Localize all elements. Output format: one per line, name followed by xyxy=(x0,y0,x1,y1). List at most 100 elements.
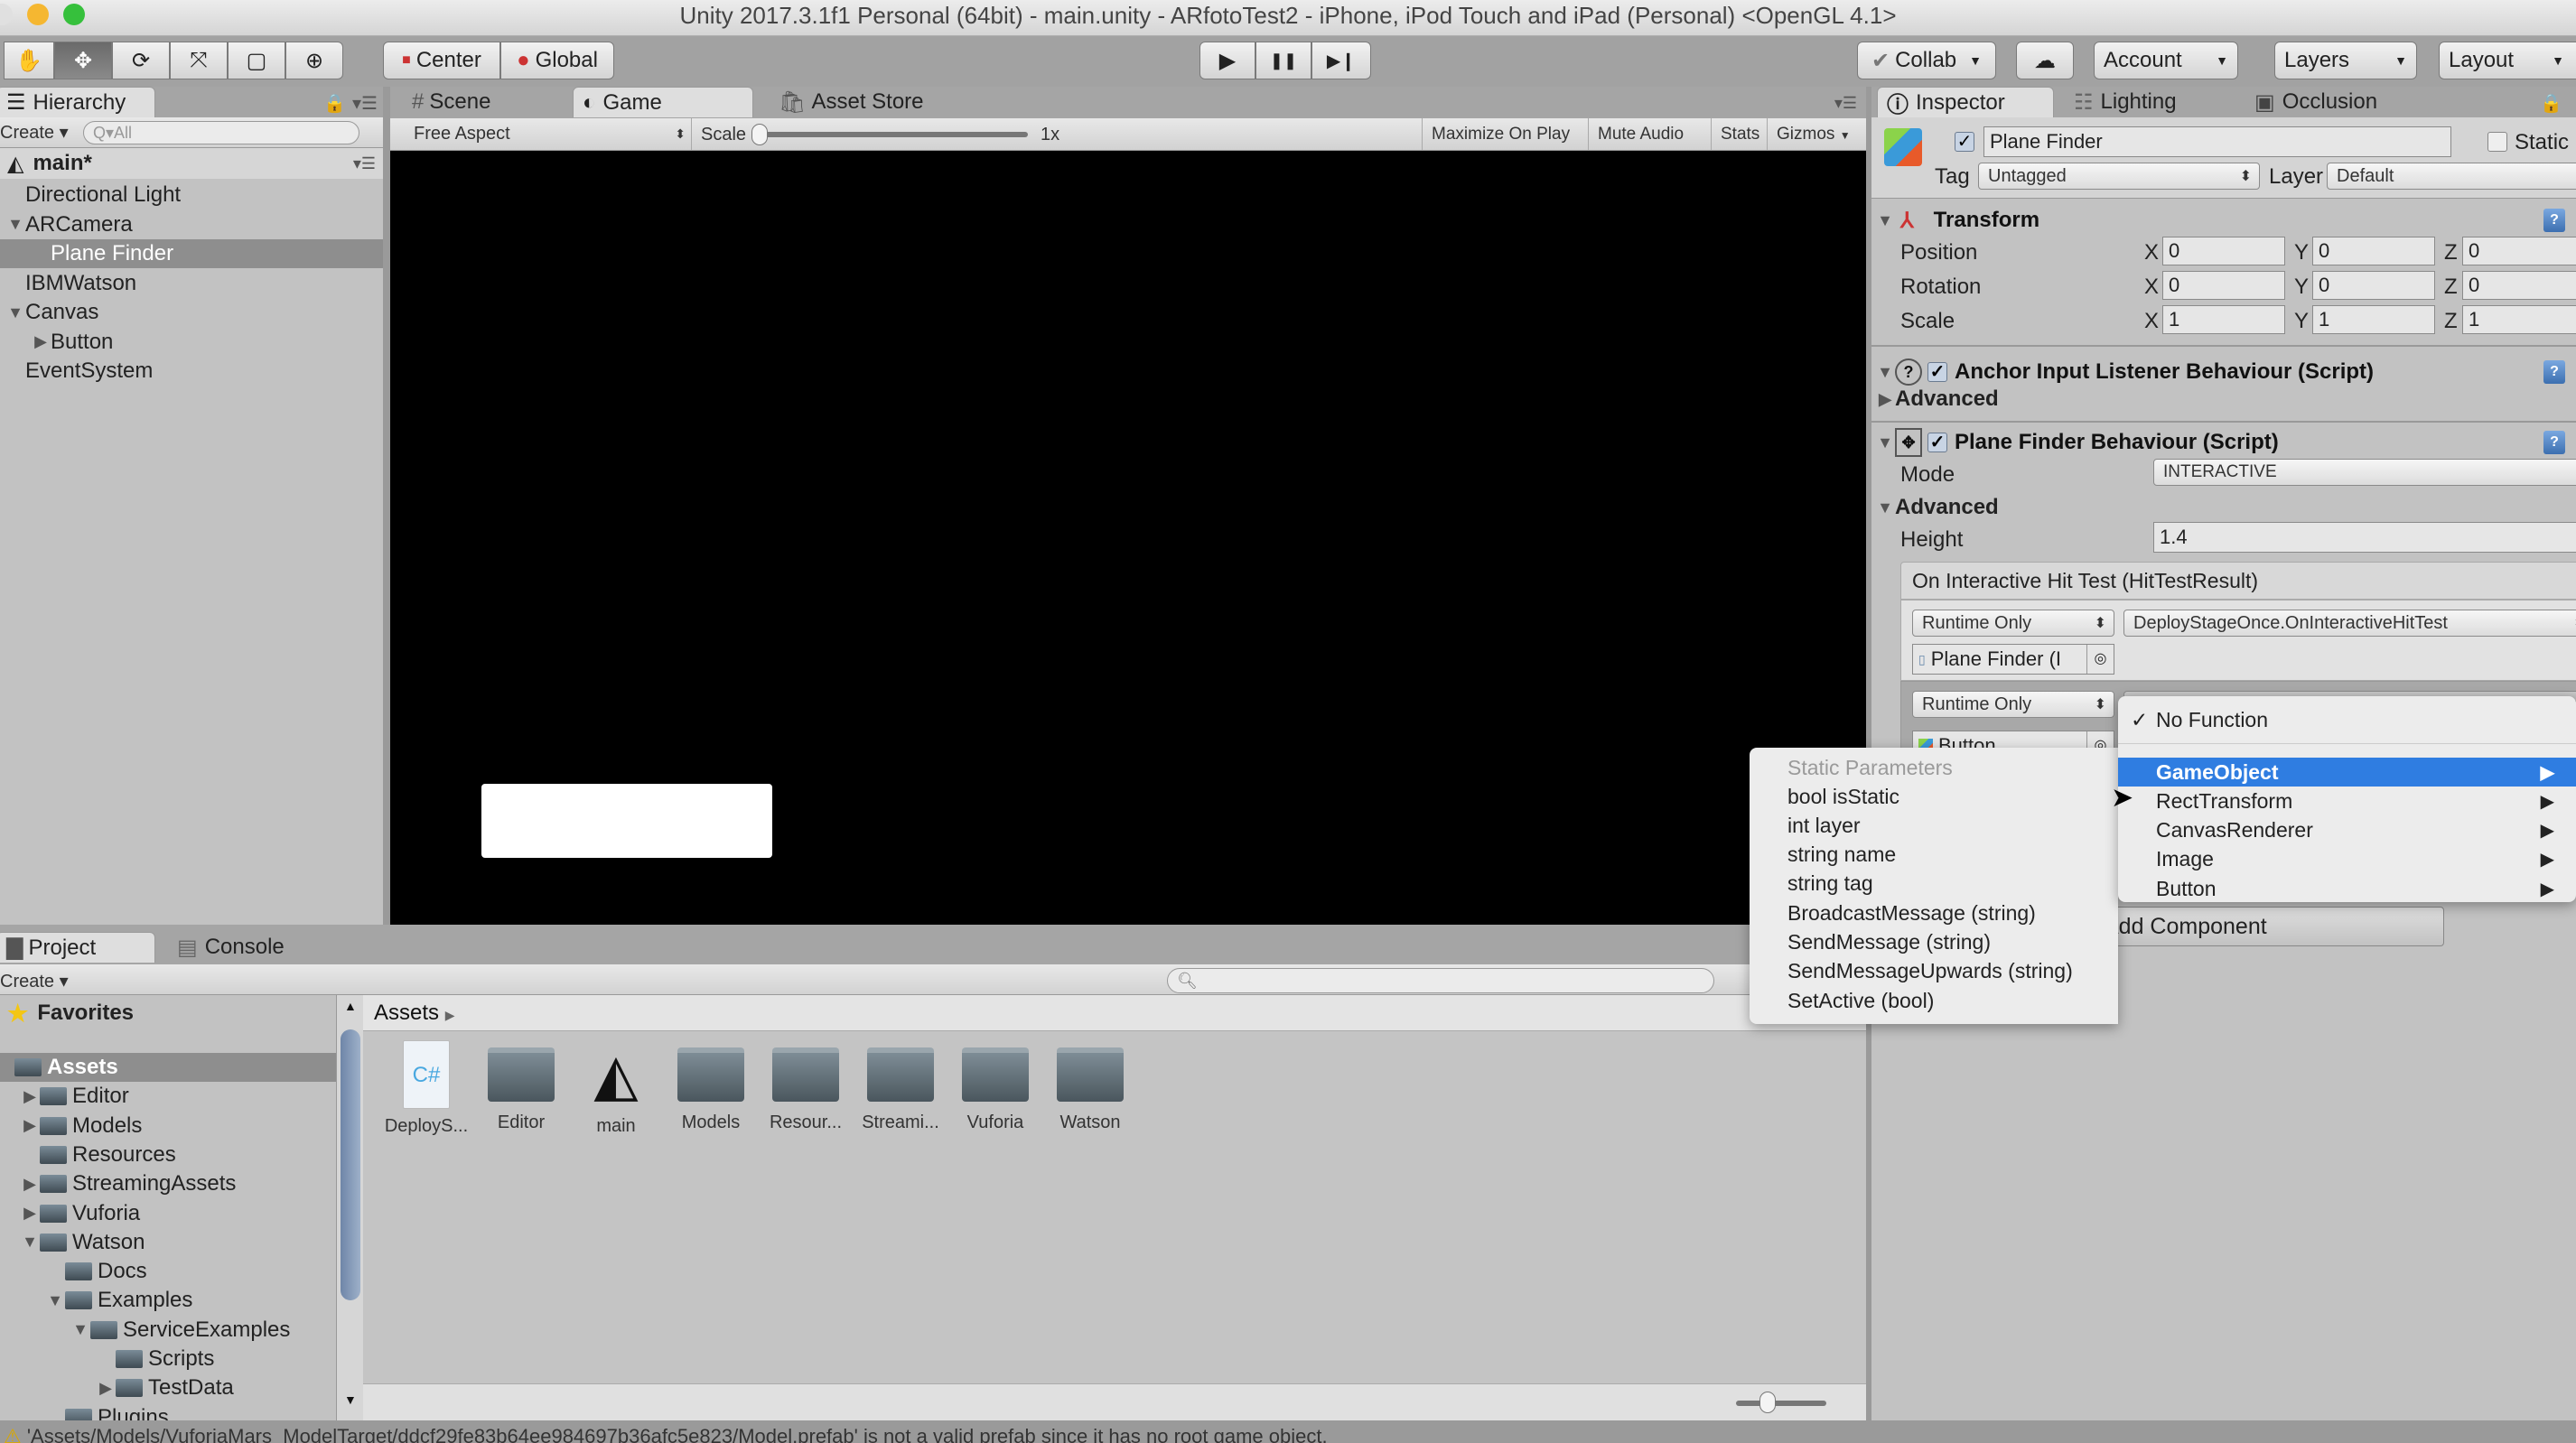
collapsed-arrow-icon[interactable]: ▶ xyxy=(96,1379,116,1398)
transform-tool-button[interactable]: ⊕ xyxy=(285,42,343,79)
axis-label[interactable]: X xyxy=(2144,240,2159,265)
transform-position-z-input[interactable]: 0 xyxy=(2462,237,2576,265)
collapsed-arrow-icon[interactable]: ▶ xyxy=(20,1204,40,1223)
mute-audio-toggle[interactable]: Mute Audio xyxy=(1588,118,1693,150)
panel-divider[interactable] xyxy=(383,87,390,925)
project-tree-item[interactable]: ▶ Models xyxy=(0,1112,336,1140)
function-menu-item[interactable]: GameObject ▶ xyxy=(2118,758,2576,787)
tab-scene[interactable]: # Scene xyxy=(403,87,565,117)
axis-label[interactable]: Y xyxy=(2294,275,2309,300)
menu-item-no-function[interactable]: ✓ No Function xyxy=(2118,705,2576,734)
project-tree-item[interactable]: ▼ Examples xyxy=(0,1286,336,1315)
asset-item[interactable]: ◭ main xyxy=(571,1042,661,1137)
height-input[interactable]: 1.4 xyxy=(2153,522,2576,553)
plane-finder-advanced-foldout[interactable]: ▼ Advanced xyxy=(1871,493,1999,522)
hierarchy-item[interactable]: Plane Finder xyxy=(0,239,383,268)
cloud-button[interactable]: ☁ xyxy=(2016,42,2074,79)
project-tree-item[interactable]: Docs xyxy=(0,1257,336,1286)
function-menu-item[interactable]: Image ▶ xyxy=(2118,845,2576,874)
hierarchy-item[interactable]: Directional Light xyxy=(0,181,383,209)
rotate-tool-button[interactable]: ⟳ xyxy=(112,42,170,79)
layer-dropdown[interactable]: Default xyxy=(2327,163,2576,190)
collapsed-arrow-icon[interactable]: ▶ xyxy=(20,1116,40,1135)
tab-asset-store[interactable]: 🛍 Asset Store xyxy=(770,87,968,117)
game-ui-button[interactable] xyxy=(481,784,772,858)
expand-arrow-icon[interactable]: ▼ xyxy=(20,1233,40,1252)
project-tree-item[interactable]: Resources xyxy=(0,1140,336,1169)
static-param-menu-item[interactable]: int layer xyxy=(1750,811,2118,840)
tab-game[interactable]: ◐ Game xyxy=(573,87,753,117)
pivot-center-button[interactable]: ■ Center xyxy=(383,42,500,79)
axis-label[interactable]: Y xyxy=(2294,309,2309,334)
asset-item[interactable]: Watson xyxy=(1045,1047,1135,1133)
transform-rotation-x-input[interactable]: 0 xyxy=(2162,271,2285,300)
gizmos-dropdown[interactable]: Gizmos ▼ xyxy=(1767,118,1866,150)
create-dropdown[interactable]: Create ▾ xyxy=(0,970,69,992)
help-book-icon[interactable]: ? xyxy=(2543,360,2565,384)
tag-dropdown[interactable]: Untagged ⬍ xyxy=(1978,163,2260,190)
move-tool-button[interactable]: ✥ xyxy=(54,42,112,79)
add-component-button[interactable]: Add Component xyxy=(2081,907,2444,946)
expand-arrow-icon[interactable]: ▼ xyxy=(5,303,25,322)
function-menu-item[interactable]: RectTransform ▶ xyxy=(2118,787,2576,815)
axis-label[interactable]: X xyxy=(2144,309,2159,334)
static-param-menu-item[interactable]: string name xyxy=(1750,841,2118,870)
expand-arrow-icon[interactable]: ▼ xyxy=(1875,433,1895,452)
pause-button[interactable]: ❚❚ xyxy=(1255,42,1311,79)
layers-dropdown[interactable]: Layers ▼ xyxy=(2274,42,2417,79)
transform-scale-z-input[interactable]: 1 xyxy=(2462,305,2576,334)
collab-dropdown[interactable]: ✔ Collab ▼ xyxy=(1857,42,1996,79)
hierarchy-item[interactable]: ▼ Canvas xyxy=(0,298,383,327)
project-tree-item[interactable]: ▶ Vuforia xyxy=(0,1199,336,1228)
component-enabled-checkbox[interactable]: ✓ xyxy=(1927,362,1947,382)
project-tree-item[interactable]: ▶ StreamingAssets xyxy=(0,1169,336,1198)
expand-arrow-icon[interactable]: ▼ xyxy=(5,215,25,234)
panel-menu-icon[interactable]: ▾☰ xyxy=(1834,94,1857,113)
transform-rotation-y-input[interactable]: 0 xyxy=(2312,271,2435,300)
object-name-input[interactable]: Plane Finder xyxy=(1983,126,2451,157)
favorites-row[interactable]: ★ Favorites xyxy=(0,999,134,1028)
axis-label[interactable]: X xyxy=(2144,275,2159,300)
static-param-menu-item[interactable]: bool isStatic xyxy=(1750,782,2118,811)
static-checkbox[interactable] xyxy=(2487,132,2507,152)
component-enabled-checkbox[interactable]: ✓ xyxy=(1927,433,1947,452)
create-dropdown[interactable]: Create ▾ xyxy=(0,121,69,144)
expand-arrow-icon[interactable]: ▼ xyxy=(70,1320,90,1339)
scene-menu-icon[interactable]: ▾☰ xyxy=(353,154,376,173)
asset-item[interactable]: Editor xyxy=(476,1047,566,1133)
expand-arrow-icon[interactable]: ▼ xyxy=(1875,211,1895,230)
scroll-up-arrow-icon[interactable]: ▲ xyxy=(344,999,357,1013)
expand-arrow-icon[interactable]: ▼ xyxy=(45,1291,65,1310)
static-param-menu-item[interactable]: string tag xyxy=(1750,870,2118,898)
mode-dropdown[interactable]: INTERACTIVE xyxy=(2153,459,2576,486)
icon-size-slider[interactable] xyxy=(1736,1401,1826,1406)
runtime-dropdown[interactable]: Runtime Only ⬍ xyxy=(1912,691,2114,718)
account-dropdown[interactable]: Account ▼ xyxy=(2094,42,2238,79)
asset-item[interactable]: Vuforia xyxy=(950,1047,1041,1133)
static-param-menu-item[interactable]: BroadcastMessage (string) xyxy=(1750,898,2118,927)
aspect-dropdown[interactable]: Free Aspect ⬍ xyxy=(401,118,692,150)
axis-label[interactable]: Z xyxy=(2444,275,2458,300)
runtime-dropdown[interactable]: Runtime Only ⬍ xyxy=(1912,610,2114,637)
tree-scrollbar[interactable]: ▲ ▼ xyxy=(336,995,363,1420)
panel-menu-icon[interactable]: ▾☰ xyxy=(352,92,378,115)
function-dropdown[interactable]: DeployStageOnce.OnInteractiveHitTest ⬍ xyxy=(2123,610,2576,637)
scroll-down-arrow-icon[interactable]: ▼ xyxy=(344,1392,357,1407)
hierarchy-item[interactable]: ▼ ARCamera xyxy=(0,210,383,239)
anchor-advanced-foldout[interactable]: ▶ Advanced xyxy=(1871,385,1999,414)
transform-position-x-input[interactable]: 0 xyxy=(2162,237,2285,265)
project-tree-item[interactable]: ▼ Watson xyxy=(0,1228,336,1257)
asset-item[interactable]: Resour... xyxy=(761,1047,851,1133)
project-tree-item[interactable]: Assets xyxy=(0,1053,336,1082)
tab-project[interactable]: ▇ Project xyxy=(0,932,155,963)
anchor-component-header[interactable]: ▼ ? ✓ Anchor Input Listener Behaviour (S… xyxy=(1871,356,2576,388)
object-field[interactable]: ▯ Plane Finder (I ◎ xyxy=(1912,644,2114,675)
scale-slider[interactable] xyxy=(757,132,1028,137)
play-button[interactable]: ▶ xyxy=(1199,42,1255,79)
static-param-menu-item[interactable]: SendMessageUpwards (string) xyxy=(1750,957,2118,986)
lock-icon[interactable]: 🔒 xyxy=(323,92,346,115)
help-book-icon[interactable]: ? xyxy=(2543,431,2565,454)
tab-console[interactable]: ▤ Console xyxy=(168,932,331,963)
asset-item[interactable]: Models xyxy=(666,1047,756,1133)
tab-lighting[interactable]: ☷ Lighting xyxy=(2065,87,2227,117)
